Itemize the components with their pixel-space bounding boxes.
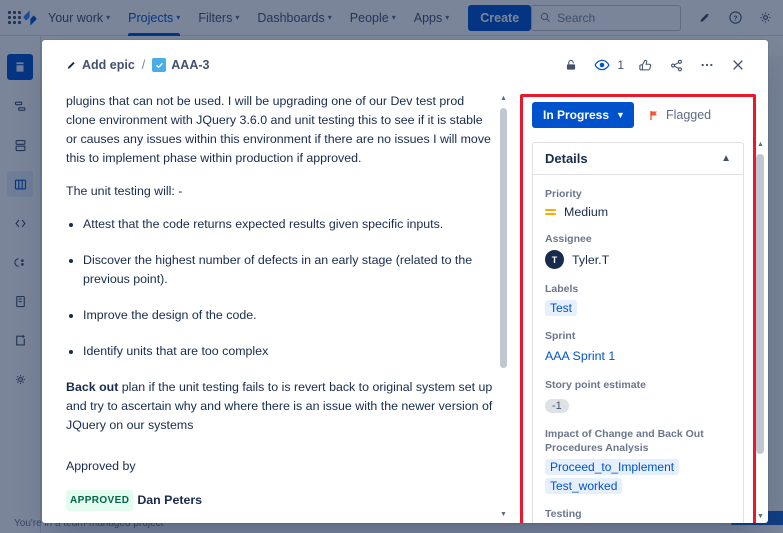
modal-body: plugins that can not be used. I will be …	[42, 90, 768, 523]
approver-name: Dan Peters	[137, 492, 203, 507]
impact-chip[interactable]: Proceed_to_Implement	[545, 459, 680, 475]
field-label: Story point estimate	[545, 379, 646, 391]
pencil-icon	[67, 61, 75, 69]
lock-icon[interactable]	[557, 51, 585, 79]
field-label: Sprint	[545, 330, 576, 342]
status-label: In Progress	[543, 108, 610, 122]
field-story-point-estimate: Story point estimate -1	[545, 378, 731, 414]
flagged-indicator[interactable]: Flagged	[648, 108, 711, 122]
scroll-up-arrow-icon[interactable]: ▲	[755, 140, 766, 149]
field-label: Impact of Change and Back Out Procedures…	[545, 428, 704, 454]
details-panel: In Progress ▼ Flagged Details ▲ Priority…	[516, 90, 754, 523]
watch-count: 1	[617, 58, 624, 72]
field-impact-analysis: Impact of Change and Back Out Procedures…	[545, 427, 731, 494]
impact-chips: Proceed_to_Implement Test_worked	[545, 459, 731, 494]
modal-header: Add epic / AAA-3 1	[42, 40, 768, 90]
description-paragraph-2: The unit testing will: -	[66, 184, 183, 198]
list-item: Attest that the code returns expected re…	[83, 215, 494, 234]
chevron-down-icon: ▼	[616, 110, 625, 120]
list-item: Improve the design of the code.	[83, 306, 494, 325]
field-label: Priority	[545, 188, 582, 200]
priority-medium-icon	[545, 209, 556, 215]
screen: Your work ▾ Projects ▾ Filters ▾ Dashboa…	[0, 0, 783, 533]
field-label: Testing	[545, 508, 582, 520]
task-type-icon	[152, 58, 167, 72]
impact-chip[interactable]: Test_worked	[545, 478, 623, 494]
more-actions-icon[interactable]	[693, 51, 721, 79]
details-title: Details	[545, 151, 588, 166]
label-chip[interactable]: Test	[545, 300, 578, 316]
story-point-value[interactable]: -1	[545, 399, 569, 413]
breadcrumb-separator: /	[141, 58, 146, 72]
list-item: Discover the highest number of defects i…	[83, 251, 494, 289]
issue-key-label: AAA-3	[171, 58, 210, 72]
close-icon[interactable]	[724, 51, 752, 79]
breadcrumb-add-epic[interactable]: Add epic	[66, 58, 135, 72]
scroll-down-arrow-icon[interactable]: ▼	[755, 512, 766, 521]
sprint-link[interactable]: AAA Sprint 1	[545, 349, 615, 363]
status-badge: APPROVED	[66, 490, 134, 511]
thumbs-up-icon[interactable]	[631, 51, 659, 79]
issue-details-column: In Progress ▼ Flagged Details ▲ Priority…	[510, 90, 768, 523]
field-assignee: Assignee T Tyler.T	[545, 232, 731, 269]
labels-chips[interactable]: Test	[545, 300, 731, 316]
approved-by-row: APPROVED Dan Peters	[66, 490, 494, 511]
share-icon[interactable]	[662, 51, 690, 79]
description-bullet-list: Attest that the code returns expected re…	[66, 215, 494, 361]
description-scrollbar[interactable]: ▲ ▼	[499, 94, 508, 519]
details-card: Details ▲ Priority Medium Assignee T Tyl…	[532, 142, 744, 523]
approved-by-label: Approved by	[66, 459, 136, 473]
breadcrumb: Add epic / AAA-3	[66, 58, 209, 72]
breadcrumb-issue-key[interactable]: AAA-3	[152, 58, 209, 72]
field-sprint: Sprint AAA Sprint 1	[545, 329, 731, 365]
scroll-up-arrow-icon[interactable]: ▲	[499, 94, 508, 103]
backout-rest: plan if the unit testing fails to is rev…	[66, 380, 493, 432]
issue-description-column: plugins that can not be used. I will be …	[42, 90, 510, 523]
list-item: Identify units that are too complex	[83, 342, 494, 361]
flagged-label: Flagged	[665, 108, 712, 122]
modal-scrollbar[interactable]: ▲ ▼	[755, 140, 766, 521]
description-paragraph-1: plugins that can not be used. I will be …	[66, 94, 491, 165]
field-value[interactable]: T Tyler.T	[545, 250, 731, 269]
scroll-down-arrow-icon[interactable]: ▼	[499, 510, 508, 519]
field-labels: Labels Test	[545, 282, 731, 316]
scroll-thumb[interactable]	[756, 154, 764, 454]
avatar: T	[545, 250, 564, 269]
backout-strong: Back out	[66, 380, 119, 394]
priority-value: Medium	[564, 205, 609, 219]
status-dropdown-button[interactable]: In Progress ▼	[532, 102, 634, 128]
breadcrumb-add-epic-label: Add epic	[82, 58, 135, 72]
assignee-name: Tyler.T	[572, 252, 610, 267]
modal-header-actions: 1	[557, 51, 752, 79]
field-testing: Testing Tested Approved Implemented	[545, 507, 731, 523]
issue-description: plugins that can not be used. I will be …	[66, 90, 494, 511]
chevron-up-icon[interactable]: ▲	[721, 153, 731, 164]
issue-detail-modal: Add epic / AAA-3 1 plugins that can not …	[42, 40, 768, 523]
field-label: Assignee	[545, 233, 592, 245]
scroll-thumb[interactable]	[500, 108, 507, 368]
backout-paragraph: Back out plan if the unit testing fails …	[66, 378, 494, 435]
field-label: Labels	[545, 283, 579, 295]
status-row: In Progress ▼ Flagged	[532, 102, 744, 128]
details-fields: Priority Medium Assignee T Tyler.T Label…	[533, 175, 743, 523]
watch-eye-icon[interactable]	[588, 51, 616, 79]
field-priority: Priority Medium	[545, 187, 731, 219]
field-value[interactable]: Medium	[545, 205, 731, 219]
flag-icon	[650, 110, 657, 120]
details-card-header[interactable]: Details ▲	[533, 143, 743, 175]
